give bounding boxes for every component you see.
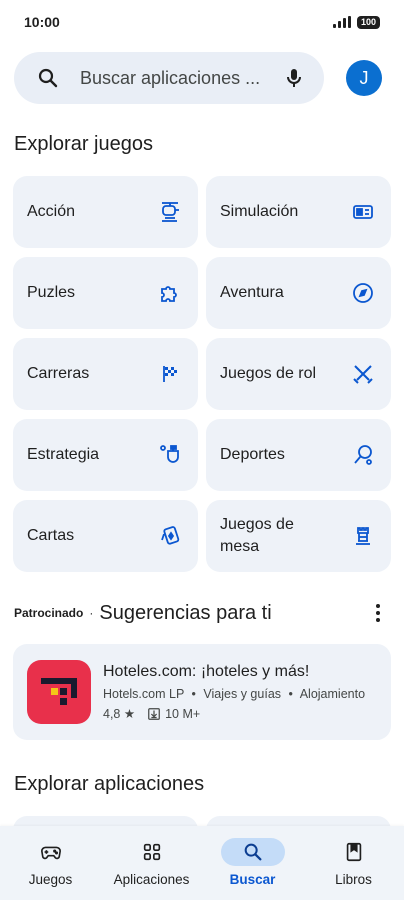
logo-mark	[41, 678, 77, 708]
app-downloads: 10 M+	[165, 706, 201, 721]
category-deportes[interactable]: Deportes	[206, 419, 391, 491]
nav-libros[interactable]: Libros	[306, 838, 402, 887]
suggestions-header: Patrocinado · Sugerencias para ti	[14, 598, 390, 628]
explore-games-title: Explorar juegos	[14, 133, 153, 155]
app-info: Hoteles.com: ¡hoteles y más! Hotels.com …	[103, 663, 365, 721]
chess-rook-icon	[356, 527, 370, 545]
category-label: Deportes	[220, 446, 285, 463]
category-label: Cartas	[27, 527, 75, 544]
helicopter-icon	[162, 202, 179, 222]
nav-aplicaciones[interactable]: Aplicaciones	[104, 838, 200, 887]
app-subcategory: Alojamiento	[299, 687, 366, 701]
nav-juegos[interactable]: Juegos	[3, 838, 99, 887]
nav-label: Aplicaciones	[113, 872, 190, 887]
search-icon	[38, 68, 58, 88]
bookmark-icon	[346, 842, 361, 862]
category-juegos-de-rol[interactable]: Juegos de rol	[206, 338, 391, 410]
suggestions-title: Sugerencias para ti	[99, 601, 272, 624]
meta-separator: •	[191, 687, 196, 701]
category-estrategia[interactable]: Estrategia	[13, 419, 198, 491]
id-card-icon	[353, 205, 373, 219]
bottom-nav: Juegos Aplicaciones Buscar Libros	[0, 826, 404, 900]
compass-icon	[353, 283, 373, 303]
download-icon	[148, 707, 160, 720]
category-label: Juegos de mesa	[220, 516, 294, 555]
avatar[interactable]: J	[346, 60, 382, 96]
category-label: Simulación	[220, 203, 299, 220]
app-name: Hoteles.com: ¡hoteles y más!	[103, 663, 310, 680]
search-icon	[244, 843, 261, 861]
meta-separator: •	[288, 687, 293, 701]
nav-label: Libros	[335, 872, 372, 887]
category-label: Estrategia	[27, 446, 100, 463]
nav-pill	[120, 838, 184, 866]
more-vert-icon[interactable]	[366, 601, 390, 625]
category-label: Puzles	[27, 284, 76, 301]
battery-icon: 100	[356, 15, 380, 29]
crossed-swords-icon	[353, 365, 373, 384]
game-categories-grid: Acción Simulación Puzles Aventura Carrer…	[13, 176, 391, 572]
search-bar[interactable]	[14, 52, 324, 104]
category-simulacion[interactable]: Simulación	[206, 176, 391, 248]
status-icons: 100	[332, 15, 380, 29]
microphone-icon[interactable]	[282, 66, 306, 90]
app-category: Viajes y guías	[203, 687, 282, 701]
racket-icon	[354, 445, 372, 465]
apps-grid-icon	[143, 843, 160, 861]
search-row: J	[14, 52, 390, 104]
puzzle-icon	[161, 286, 177, 302]
app-meta: Hotels.com LP • Viajes y guías • Alojami…	[103, 687, 365, 701]
category-label: Acción	[27, 203, 76, 220]
nav-pill	[19, 838, 83, 866]
shield-flag-icon	[160, 445, 179, 463]
nav-buscar[interactable]: Buscar	[205, 838, 301, 887]
nav-pill	[220, 838, 285, 866]
app-rating: 4,8 ★	[103, 707, 136, 721]
category-label: Aventura	[220, 284, 284, 301]
playing-card-icon	[161, 526, 180, 545]
category-carreras[interactable]: Carreras	[13, 338, 198, 410]
explore-apps-title: Explorar aplicaciones	[14, 773, 205, 795]
gamepad-icon	[40, 846, 61, 860]
app-developer: Hotels.com LP	[103, 687, 185, 701]
sponsored-label: Patrocinado	[14, 606, 84, 620]
category-puzles[interactable]: Puzles	[13, 257, 198, 329]
hotels-app-logo	[27, 660, 91, 724]
category-juegos-de-mesa[interactable]: Juegos de mesa	[206, 500, 391, 572]
separator: ·	[89, 606, 94, 620]
category-accion[interactable]: Acción	[13, 176, 198, 248]
checkered-flag-icon	[163, 366, 177, 382]
nav-label: Buscar	[229, 872, 276, 887]
nav-pill	[322, 838, 386, 866]
category-cartas[interactable]: Cartas	[13, 500, 198, 572]
category-label: Carreras	[27, 365, 90, 382]
status-bar: 10:00 100	[0, 0, 404, 44]
signal-icon	[332, 16, 351, 28]
category-aventura[interactable]: Aventura	[206, 257, 391, 329]
status-time: 10:00	[24, 14, 60, 30]
nav-label: Juegos	[28, 872, 73, 887]
category-label: Juegos de rol	[220, 365, 317, 382]
app-stats: 4,8 ★ 10 M+	[103, 706, 365, 722]
suggested-app-card[interactable]: Hoteles.com: ¡hoteles y más! Hotels.com …	[13, 644, 391, 740]
search-input[interactable]	[80, 67, 274, 89]
